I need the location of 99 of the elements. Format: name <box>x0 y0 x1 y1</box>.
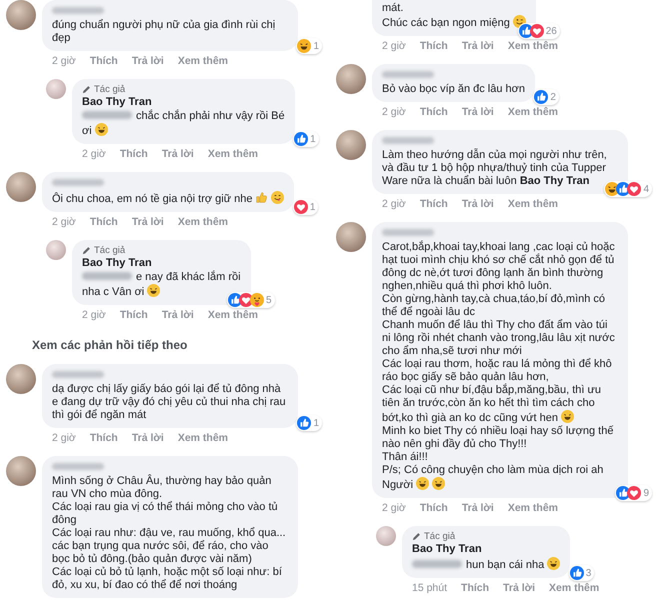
timestamp: 2 giờ <box>82 309 106 322</box>
more-link[interactable]: Xem thêm <box>208 148 258 161</box>
like-link[interactable]: Thích <box>420 198 448 211</box>
reaction-count: 9 <box>643 486 649 500</box>
comment-text: Ôi chu choa, em nó tề gia nội trợ giữ nhe <box>52 193 252 205</box>
timestamp: 2 giờ <box>82 148 106 161</box>
like-link[interactable]: Thích <box>90 216 118 229</box>
author-label: Tác giả <box>424 531 456 542</box>
like-link[interactable]: Thích <box>461 582 490 595</box>
like-link[interactable]: Thích <box>420 40 448 53</box>
reply-link[interactable]: Trả lời <box>462 502 494 515</box>
timestamp: 2 giờ <box>382 40 406 53</box>
timestamp: 2 giờ <box>382 106 406 119</box>
comment-text: Minh ko biet Thy có nhiều loại hay số lượng thế nào nên ghi đầy đủ cho Thy!!! Thân ái!!! P/s; Có công chuyện cho làm mùa dịch roi ah <box>382 425 614 476</box>
timestamp: 15 phút <box>412 582 448 595</box>
reply-link[interactable]: Trả lời <box>162 148 194 161</box>
like-link[interactable]: Thích <box>120 148 148 161</box>
more-link[interactable]: Xem thêm <box>178 55 228 68</box>
comment-text: e nay đã khác lắm rồi <box>136 271 241 283</box>
pencil-icon <box>82 85 91 94</box>
avatar[interactable] <box>6 456 36 486</box>
avatar[interactable] <box>6 172 36 202</box>
comment-text: bớt,ko thì già an ko dc cũng vứt hen <box>382 412 558 424</box>
comment-text: Mình sống ở Châu Âu, thường hay bảo quản rau VN cho mùa đông. Các loại rau gia vị có thể thái mỏng cho vào tủ đông Các loại rau như: đậu ve, rau muống, khổ qua... các bạn trụng qua nước sôi, để ráo, cho vào bọc bỏ tủ đông.(bảo quản được vài năm) Các loại củ bỏ tủ lạnh, hoặc một số loại như: bí đỏ, xu xu, bí đao có thể để nơi thoáng <box>52 475 286 591</box>
more-link[interactable]: Xem thêm <box>208 309 258 322</box>
comment-text: dạ được chị lấy giấy báo gói lại để tủ đông nhà e đang dự trữ vậy đó chị yêu củ thui nha chị rau thì gói để ngăn mát <box>52 383 286 421</box>
author-name[interactable]: Bao Thy Tran <box>412 543 560 556</box>
reaction-pill[interactable]: 1 <box>296 38 322 54</box>
reaction-pill[interactable]: 26 <box>518 23 560 39</box>
comment-text: hun bạn cái nha <box>466 559 544 571</box>
pencil-icon <box>412 532 421 541</box>
more-link[interactable]: Xem thêm <box>549 582 600 595</box>
more-link[interactable]: Xem thêm <box>178 216 228 229</box>
more-replies-link[interactable]: Xem các phản hồi tiếp theo <box>32 339 188 352</box>
reply-link[interactable]: Trả lời <box>462 198 494 211</box>
like-link[interactable]: Thích <box>90 432 118 445</box>
avatar[interactable] <box>376 526 396 546</box>
reaction-pill[interactable]: 9 <box>615 485 652 501</box>
like-link[interactable]: Thích <box>420 502 448 515</box>
reaction-count: 1 <box>313 40 319 52</box>
comment-text: Người <box>382 479 414 491</box>
blurred-mention <box>412 560 462 568</box>
timestamp: 2 giờ <box>52 432 76 445</box>
timestamp: 2 giờ <box>382 198 406 211</box>
reply-link[interactable]: Trả lời <box>462 106 494 119</box>
avatar[interactable] <box>46 240 66 260</box>
blurred-mention <box>82 272 132 280</box>
comment-text: Bỏ vào bọc víp ăn đc lâu hơn <box>382 83 525 95</box>
avatar[interactable] <box>46 79 66 99</box>
timestamp: 2 giờ <box>382 502 406 515</box>
reply-link[interactable]: Trả lời <box>132 55 164 68</box>
author-name[interactable]: Bao Thy Tran <box>82 96 285 109</box>
timestamp: 2 giờ <box>52 55 76 68</box>
reaction-count: 2 <box>550 90 556 104</box>
reaction-count: 4 <box>643 182 649 196</box>
reaction-pill[interactable]: 5 <box>227 292 275 308</box>
reply-link[interactable]: Trả lời <box>132 216 164 229</box>
like-link[interactable]: Thích <box>120 309 148 322</box>
pencil-icon <box>82 246 91 255</box>
comment-text: Làm theo hướng dẫn của mọi người như trên, và đầu tư 1 bộ hộp nhựa/thuỷ tinh của Tupper Ware nữa là chuẩn bài luôn Bao Thy Tran <box>382 149 607 187</box>
comment-text: Chúc các bạn ngon miệng <box>382 17 510 29</box>
reply-link[interactable]: Trả lời <box>162 309 194 322</box>
reaction-pill[interactable]: 1 <box>293 131 319 147</box>
avatar[interactable] <box>6 364 36 394</box>
comment-text: mát. <box>382 2 404 14</box>
reaction-pill[interactable]: 1 <box>296 415 322 431</box>
comment-text: chắc chắn phải như vậy rồi Bé <box>136 110 285 122</box>
more-link[interactable]: Xem thêm <box>508 40 558 53</box>
reply-link[interactable]: Trả lời <box>132 432 164 445</box>
avatar[interactable] <box>336 222 366 252</box>
author-name[interactable]: Bao Thy Tran <box>82 257 241 270</box>
more-link[interactable]: Xem thêm <box>508 106 558 119</box>
comment-text: ơi <box>82 125 92 137</box>
reply-link[interactable]: Trả lời <box>462 40 494 53</box>
reaction-count: 3 <box>586 566 592 580</box>
reaction-count: 26 <box>546 24 557 38</box>
comment-text: đúng chuẩn người phụ nữ của gia đình rùi chị đẹp <box>52 19 276 44</box>
author-label: Tác giả <box>94 84 126 95</box>
like-link[interactable]: Thích <box>90 55 118 68</box>
reaction-pill[interactable]: 1 <box>292 199 318 215</box>
author-label: Tác giả <box>94 245 126 256</box>
comment-text: nha c Vân ơi <box>82 286 144 298</box>
reaction-count: 1 <box>310 200 316 214</box>
avatar[interactable] <box>336 130 366 160</box>
timestamp: 2 giờ <box>52 216 76 229</box>
reaction-pill[interactable]: 2 <box>533 89 559 105</box>
more-link[interactable]: Xem thêm <box>508 502 558 515</box>
like-link[interactable]: Thích <box>420 106 448 119</box>
reaction-pill[interactable]: 4 <box>604 181 652 197</box>
reply-link[interactable]: Trả lời <box>503 582 536 595</box>
reaction-count: 5 <box>266 294 272 306</box>
avatar[interactable] <box>336 64 366 94</box>
avatar[interactable] <box>6 0 36 30</box>
blurred-mention <box>82 111 132 119</box>
reaction-pill[interactable]: 3 <box>568 565 594 581</box>
more-link[interactable]: Xem thêm <box>178 432 228 445</box>
more-link[interactable]: Xem thêm <box>508 198 558 211</box>
reaction-count: 1 <box>313 416 319 430</box>
reaction-count: 1 <box>310 132 316 146</box>
